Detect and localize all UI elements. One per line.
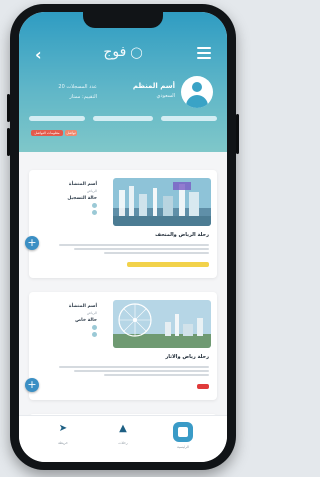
facility-name: أسم المنشأة	[68, 304, 97, 309]
location-arrow-icon: ➤	[58, 423, 68, 434]
registration-status: حالة خاص	[75, 318, 97, 323]
tab-pill[interactable]	[29, 116, 85, 121]
meta-chip	[45, 325, 97, 330]
trips-feed: أسم المنشأة الرياض حالة التسجيل رحلة الر…	[19, 152, 227, 434]
registration-status: حالة التسجيل	[67, 196, 97, 201]
add-trip-button[interactable]: +	[25, 378, 39, 392]
avatar[interactable]	[181, 76, 213, 108]
contact-info-tag[interactable]: معلومات التواصل	[31, 130, 63, 136]
trip-image	[113, 178, 211, 226]
profile-header: ‹ فوج ◯ أسم المنظم السعودي عدد المسجلات 2…	[19, 12, 227, 152]
bottom-navigation: ➤ خريطة ▲ رحلات الرئيسية	[19, 415, 227, 462]
organizer-role: السعودي	[156, 93, 175, 99]
trip-meta: أسم المنشأة الرياض حالة خاص	[45, 304, 97, 337]
trip-description	[59, 244, 209, 256]
meta-chip	[45, 203, 97, 208]
phone-frame: ‹ فوج ◯ أسم المنظم السعودي عدد المسجلات 2…	[7, 4, 239, 470]
power-button	[236, 114, 239, 154]
nav-item-trips[interactable]: ▲ رحلات	[103, 422, 143, 445]
trip-badge	[127, 262, 209, 267]
volume-button	[7, 94, 10, 122]
trip-meta: أسم المنشأة الرياض حالة التسجيل	[45, 182, 97, 215]
nav-item-map[interactable]: ➤ خريطة	[43, 422, 83, 445]
stat-registrations: عدد المسجلات 20	[58, 84, 97, 90]
add-trip-button[interactable]: +	[25, 236, 39, 250]
back-arrow-icon[interactable]: ‹	[35, 45, 42, 64]
trip-description	[59, 366, 209, 378]
trip-card[interactable]: أسم المنشأة الرياض حالة خاص رحلة رياض وا…	[25, 292, 217, 400]
calendar-icon	[92, 325, 97, 330]
trip-badge	[197, 384, 209, 389]
nav-label: خريطة	[58, 441, 68, 445]
nav-item-home[interactable]: الرئيسية	[163, 422, 203, 449]
trip-image	[113, 300, 211, 348]
top-bar: ‹ فوج ◯	[19, 42, 227, 66]
phone-notch	[83, 12, 163, 28]
tab-pill[interactable]	[93, 116, 153, 121]
facility-city: الرياض	[86, 189, 97, 193]
app-logo: فوج ◯	[103, 44, 142, 60]
nav-label: رحلات	[118, 441, 128, 445]
trip-card[interactable]: أسم المنشأة الرياض حالة التسجيل رحلة الر…	[25, 170, 217, 278]
clock-icon	[92, 332, 97, 337]
contact-tag[interactable]: تواصل	[65, 130, 77, 136]
tab-pill[interactable]	[161, 116, 217, 121]
logo-mark-icon: ◯	[130, 45, 143, 59]
menu-icon[interactable]	[197, 47, 211, 59]
stat-rating: التقييم: ممتاز	[69, 94, 97, 100]
meta-chip	[45, 210, 97, 215]
app-screen: ‹ فوج ◯ أسم المنظم السعودي عدد المسجلات 2…	[19, 12, 227, 462]
organizer-name: أسم المنظم	[132, 82, 175, 90]
logo-text: فوج	[103, 44, 127, 60]
graduation-cap-icon: ▲	[119, 423, 127, 434]
meta-chip	[45, 332, 97, 337]
home-icon	[173, 422, 193, 442]
filter-tabs	[29, 116, 217, 122]
clock-icon	[92, 210, 97, 215]
facility-city: الرياض	[86, 311, 97, 315]
facility-name: أسم المنشأة	[68, 182, 97, 187]
calendar-icon	[92, 203, 97, 208]
nav-label: الرئيسية	[176, 445, 190, 449]
trip-title: رحلة رياض والاثار	[165, 354, 209, 360]
trip-title: رحلة الرياض والمتحف	[155, 232, 209, 238]
volume-button	[7, 128, 10, 156]
